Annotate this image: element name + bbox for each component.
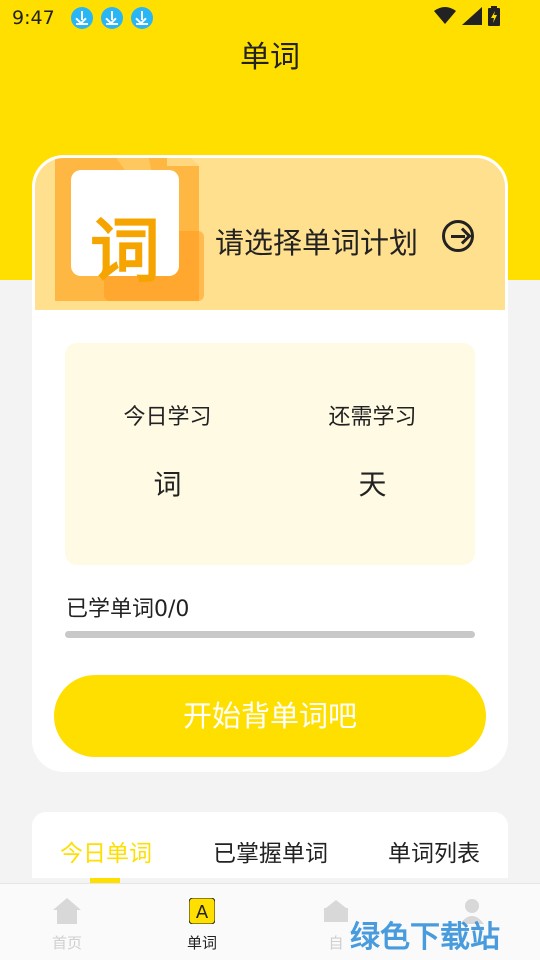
home-icon — [53, 898, 81, 924]
progress-bar — [65, 631, 475, 638]
today-unit: 词 — [153, 468, 182, 501]
plan-card: 词 请选择单词计划 今日学习 词 还需学习 天 已学单词0/0 开始背单词吧 — [32, 155, 508, 772]
watermark-logo: 绿色下载站 — [350, 920, 500, 955]
remain-stat: 还需学习 天 — [270, 343, 475, 565]
word-logo-char: 词 — [90, 210, 160, 292]
word-a-icon: A — [188, 897, 216, 925]
remain-unit: 天 — [358, 468, 387, 501]
status-bar: 9:47 — [0, 0, 540, 36]
arrow-right-icon[interactable] — [442, 220, 474, 252]
remain-label: 还需学习 — [328, 405, 417, 430]
tab-mastered-words[interactable]: 已掌握单词 — [213, 834, 328, 868]
study-icon — [324, 900, 348, 922]
signal-icon — [462, 7, 482, 25]
nav-home[interactable]: 首页 — [27, 898, 107, 953]
start-button[interactable]: 开始背单词吧 — [54, 675, 486, 757]
download-icon — [100, 7, 123, 29]
download-icon — [70, 7, 93, 29]
svg-text:A: A — [196, 902, 209, 923]
today-label: 今日学习 — [123, 405, 212, 430]
battery-icon — [488, 6, 500, 26]
today-stat: 今日学习 词 — [65, 343, 270, 565]
nav-home-label: 首页 — [51, 934, 82, 952]
wifi-icon — [434, 7, 456, 24]
plan-select-label: 请选择单词计划 — [215, 226, 419, 260]
nav-words-label: 单词 — [186, 934, 217, 952]
status-time: 9:47 — [12, 7, 55, 29]
nav-words[interactable]: A 单词 — [162, 897, 242, 953]
tab-word-list[interactable]: 单词列表 — [388, 834, 480, 868]
stats-box: 今日学习 词 还需学习 天 — [65, 343, 475, 565]
tab-today-words[interactable]: 今日单词 — [60, 834, 152, 868]
download-icon — [130, 7, 153, 29]
learned-count: 已学单词0/0 — [66, 597, 190, 622]
plan-banner[interactable]: 词 请选择单词计划 — [35, 158, 505, 310]
word-tabs: 今日单词 已掌握单词 单词列表 — [32, 812, 508, 883]
page-title: 单词 — [240, 40, 300, 75]
